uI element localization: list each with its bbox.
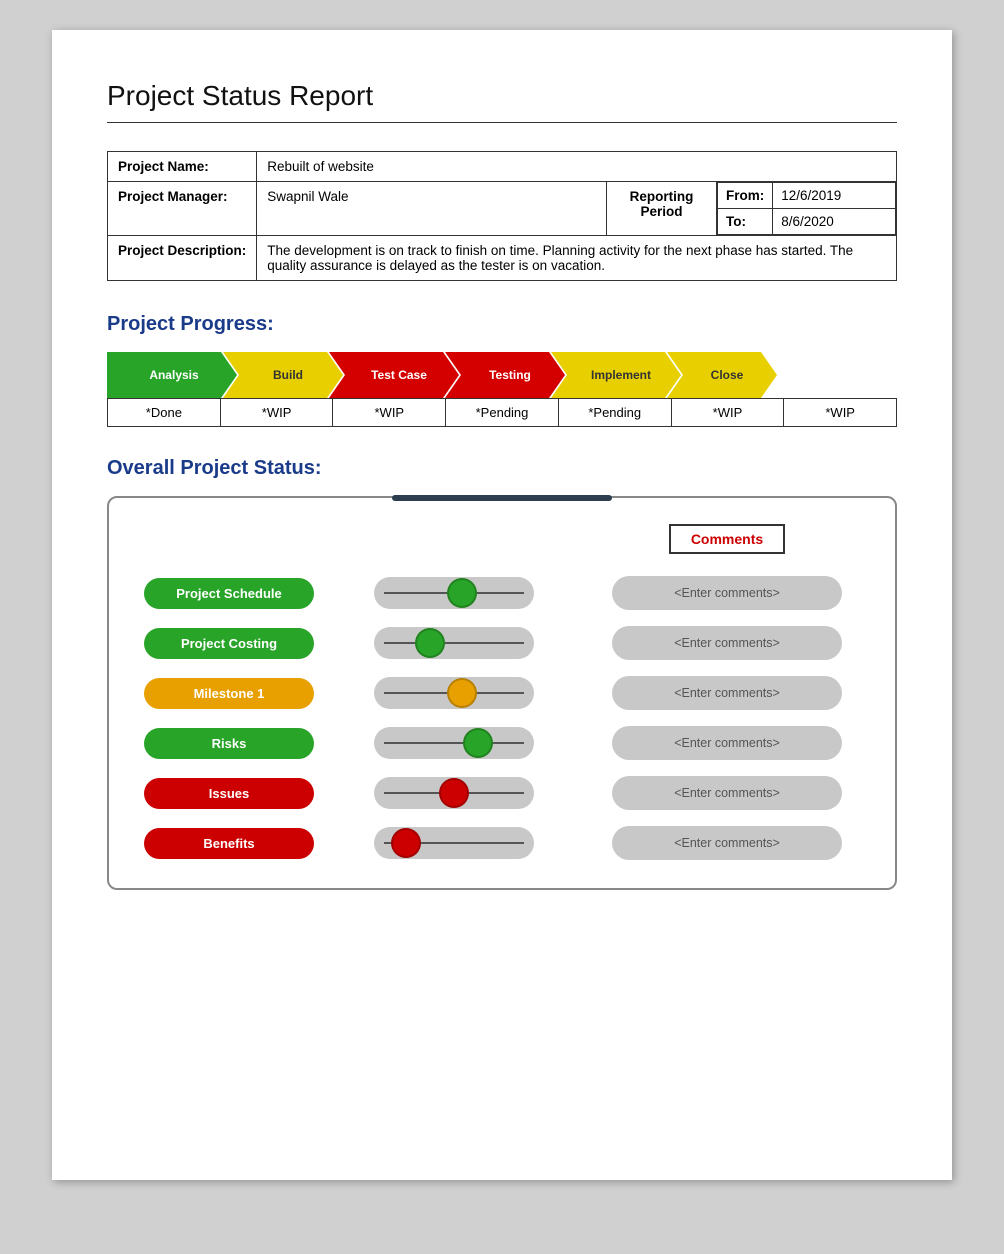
status-wip-4: *WIP [784,399,896,426]
badge-project-schedule: Project Schedule [144,578,314,609]
slider-risks[interactable] [374,727,534,759]
status-row: *Done *WIP *WIP *Pending *Pending *WIP *… [107,398,897,427]
slider-thumb-2 [415,628,445,658]
arrow-implement: Implement [551,352,681,398]
label-benefits: Benefits [129,820,329,867]
slider-thumb-4 [463,728,493,758]
slider-project-costing[interactable] [374,627,534,659]
arrows-container: Analysis Build Test Case Testing Impleme… [107,352,897,398]
slider-thumb-6 [391,828,421,858]
to-value: 8/6/2020 [773,209,896,235]
badge-benefits: Benefits [144,828,314,859]
badge-issues: Issues [144,778,314,809]
slider-cell-milestone-1 [359,669,549,717]
slider-thumb-5 [439,778,469,808]
description-label: Project Description: [108,236,257,281]
slider-issues[interactable] [374,777,534,809]
comment-cell-3: <Enter comments> [579,668,875,718]
badge-risks: Risks [144,728,314,759]
comment-6[interactable]: <Enter comments> [612,826,842,860]
comment-cell-4: <Enter comments> [579,718,875,768]
to-label: To: [718,209,773,235]
label-risks: Risks [129,720,329,767]
slider-line-4 [384,742,524,744]
arrow-testcase: Test Case [329,352,459,398]
arrow-analysis: Analysis [107,352,237,398]
top-bar [392,495,612,501]
project-name-label: Project Name: [108,152,257,182]
arrow-build: Build [223,352,343,398]
reporting-period-label: Reporting Period [607,182,717,236]
slider-line-2 [384,642,524,644]
status-pending-2: *Pending [559,399,672,426]
reporting-period-dates: From: 12/6/2019 To: 8/6/2020 [717,182,897,236]
comment-4[interactable]: <Enter comments> [612,726,842,760]
comment-cell-6: <Enter comments> [579,818,875,868]
info-table: Project Name: Rebuilt of website Project… [107,151,897,281]
status-pending-1: *Pending [446,399,559,426]
progress-heading: Project Progress: [107,313,897,336]
project-manager-value: Swapnil Wale [257,182,607,236]
slider-cell-project-costing [359,619,549,667]
slider-project-schedule[interactable] [374,577,534,609]
status-wip-3: *WIP [672,399,785,426]
comment-3[interactable]: <Enter comments> [612,676,842,710]
slider-cell-issues [359,769,549,817]
title-divider [107,122,897,123]
description-value: The development is on track to finish on… [257,236,897,281]
from-label: From: [718,183,773,209]
project-manager-label: Project Manager: [108,182,257,236]
arrow-close: Close [667,352,777,398]
progress-section: Project Progress: Analysis Build Test Ca… [107,313,897,427]
comments-header: Comments [579,518,875,568]
project-name-row: Project Name: Rebuilt of website [108,152,897,182]
comment-5[interactable]: <Enter comments> [612,776,842,810]
comment-cell-1: <Enter comments> [579,568,875,618]
arrow-testing: Testing [445,352,565,398]
project-name-value: Rebuilt of website [257,152,897,182]
comments-title: Comments [669,524,785,554]
comment-cell-2: <Enter comments> [579,618,875,668]
slider-cell-risks [359,719,549,767]
comment-1[interactable]: <Enter comments> [612,576,842,610]
description-row: Project Description: The development is … [108,236,897,281]
slider-thumb-1 [447,578,477,608]
from-value: 12/6/2019 [773,183,896,209]
project-manager-row: Project Manager: Swapnil Wale Reporting … [108,182,897,236]
slider-thumb-3 [447,678,477,708]
label-project-schedule: Project Schedule [129,570,329,617]
page: Project Status Report Project Name: Rebu… [52,30,952,1180]
badge-project-costing: Project Costing [144,628,314,659]
label-project-costing: Project Costing [129,620,329,667]
badge-milestone-1: Milestone 1 [144,678,314,709]
slider-cell-project-schedule [359,569,549,617]
status-done: *Done [108,399,221,426]
status-wip-1: *WIP [221,399,334,426]
overall-heading: Overall Project Status: [107,457,897,480]
comment-2[interactable]: <Enter comments> [612,626,842,660]
label-issues: Issues [129,770,329,817]
overall-section: Overall Project Status: Comments [107,457,897,890]
page-title: Project Status Report [107,80,897,112]
slider-benefits[interactable] [374,827,534,859]
slider-cell-benefits [359,819,549,867]
comment-cell-5: <Enter comments> [579,768,875,818]
status-container: Comments Project Schedule <Enter comment… [107,496,897,890]
label-milestone-1: Milestone 1 [129,670,329,717]
slider-milestone-1[interactable] [374,677,534,709]
status-wip-2: *WIP [333,399,446,426]
